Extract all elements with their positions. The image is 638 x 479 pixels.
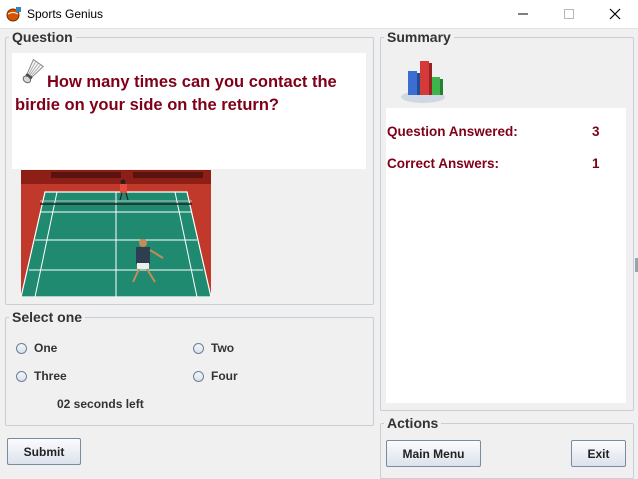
minimize-button[interactable] <box>500 0 546 28</box>
radio-circle-icon[interactable] <box>16 342 27 354</box>
timer-text: 02 seconds left <box>57 397 144 411</box>
question-box: How many times can you contact the birdi… <box>12 53 366 169</box>
question-text: How many times can you contact the birdi… <box>15 71 361 117</box>
correct-answers-value: 1 <box>592 156 600 171</box>
correct-answers-label: Correct Answers: <box>387 156 500 171</box>
questions-answered-value: 3 <box>592 124 600 139</box>
close-icon <box>609 8 621 20</box>
window-title: Sports Genius <box>27 7 104 21</box>
minimize-icon <box>518 13 528 15</box>
summary-stats-area <box>386 108 626 403</box>
option-two-label: Two <box>211 341 235 355</box>
questions-answered-label: Question Answered: <box>387 124 518 139</box>
select-panel-legend: Select one <box>12 309 83 325</box>
radio-circle-icon[interactable] <box>193 342 204 354</box>
app-logo-icon <box>6 7 21 22</box>
radio-circle-icon[interactable] <box>16 370 27 382</box>
submit-button[interactable]: Submit <box>7 438 81 465</box>
maximize-icon <box>564 9 574 19</box>
close-button[interactable] <box>592 0 638 28</box>
actions-panel-legend: Actions <box>387 415 439 431</box>
radio-circle-icon[interactable] <box>193 370 204 382</box>
option-three-radio[interactable]: Three <box>16 369 67 383</box>
question-line-1: How many times can you contact the <box>47 73 337 91</box>
bar-chart-icon <box>401 61 445 103</box>
option-two-radio[interactable]: Two <box>193 341 234 355</box>
maximize-button[interactable] <box>546 0 592 28</box>
badminton-court-photo <box>21 170 211 297</box>
option-one-label: One <box>34 341 58 355</box>
summary-panel-legend: Summary <box>387 29 451 45</box>
option-four-label: Four <box>211 369 238 383</box>
exit-button[interactable]: Exit <box>571 440 626 467</box>
main-menu-button[interactable]: Main Menu <box>386 440 481 467</box>
option-four-radio[interactable]: Four <box>193 369 238 383</box>
question-panel-legend: Question <box>12 29 73 45</box>
option-one-radio[interactable]: One <box>16 341 57 355</box>
title-bar: Sports Genius <box>0 0 638 29</box>
question-line-2: birdie on your side on the return? <box>15 96 280 114</box>
option-three-label: Three <box>34 369 67 383</box>
